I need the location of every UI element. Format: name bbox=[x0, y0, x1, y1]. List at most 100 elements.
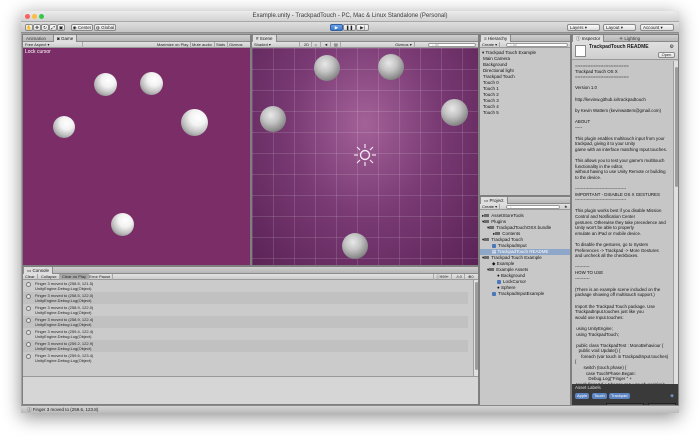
material-icon: ● bbox=[497, 285, 500, 290]
hierarchy-tab-bar: ≡ Hierarchy bbox=[480, 35, 570, 42]
title-bar: Example.unity - TrackpadTouch - PC, Mac … bbox=[21, 11, 679, 22]
directional-light-icon[interactable] bbox=[353, 143, 377, 167]
project-row[interactable]: ● Sphere bbox=[497, 285, 516, 290]
tab-animation-label: Animation bbox=[26, 36, 47, 41]
inspector-header: TrackpadTouch README ⚙ Open bbox=[572, 42, 678, 60]
tag-icon[interactable]: ◈ bbox=[670, 393, 674, 399]
hierarchy-item[interactable]: Trackpad Touch bbox=[483, 74, 515, 79]
readme-text: ===================== Trackpad Touch OS … bbox=[575, 63, 669, 384]
touch-sphere[interactable] bbox=[260, 106, 286, 132]
hierarchy-item[interactable]: Touch 0 bbox=[483, 80, 499, 85]
hierarchy-item[interactable]: Touch 4 bbox=[483, 104, 499, 109]
console-scroll-thumb[interactable] bbox=[475, 282, 478, 370]
tab-game[interactable]: ◙ Game bbox=[53, 35, 78, 42]
pivot-center-button[interactable]: ◉ Center bbox=[71, 24, 93, 31]
info-icon bbox=[26, 282, 31, 287]
tab-project[interactable]: ▭ Project bbox=[480, 197, 508, 204]
label-tag-trackpad[interactable]: Trackpad bbox=[609, 393, 630, 399]
folder-icon bbox=[489, 226, 495, 230]
scene-tab-bar: # Scene bbox=[252, 35, 478, 42]
hierarchy-item-label: Touch 2 bbox=[483, 92, 499, 97]
info-icon bbox=[26, 330, 31, 335]
touch-sphere[interactable] bbox=[378, 54, 404, 80]
script-icon bbox=[492, 291, 496, 296]
project-row-label: Example bbox=[496, 261, 515, 266]
hierarchy-item[interactable]: Touch 2 bbox=[483, 92, 499, 97]
hierarchy-icon: ≡ bbox=[484, 36, 487, 41]
open-label: Open bbox=[661, 52, 672, 57]
info-icon bbox=[26, 354, 31, 359]
log-entry[interactable]: Finger 3 moved to (259.6, 123.4) UnityEng… bbox=[23, 352, 468, 364]
main-toolbar: ✋ ✥ ↻ ⤢ ▣ ◉ Center ◍ Global ▶ ❚❚ ▶| Laye bbox=[21, 22, 679, 33]
touch-sphere[interactable] bbox=[441, 99, 468, 126]
info-icon: ⓘ bbox=[27, 407, 32, 412]
touch-sphere[interactable] bbox=[342, 233, 368, 259]
inspector-scrollbar[interactable] bbox=[673, 61, 678, 384]
pivot-global-button[interactable]: ◍ Global bbox=[94, 24, 116, 31]
hierarchy-item[interactable]: Touch 1 bbox=[483, 86, 499, 91]
pivot-icon: ◉ bbox=[72, 25, 77, 30]
play-button[interactable]: ▶ bbox=[330, 24, 343, 31]
tab-scene[interactable]: # Scene bbox=[252, 35, 277, 42]
console-clear-label: Clear bbox=[25, 274, 35, 279]
layers-dropdown[interactable]: Layers ▾ bbox=[567, 24, 600, 31]
lightbulb-icon: ☀ bbox=[619, 36, 624, 41]
hierarchy-item-label: Touch 0 bbox=[483, 80, 499, 85]
hierarchy-item[interactable]: Touch 5 bbox=[483, 110, 499, 115]
project-row[interactable]: TrackpadInputExample bbox=[492, 291, 544, 296]
game-panel: Animation ◙ Game Free Aspect ▾ Maximize … bbox=[22, 34, 251, 266]
game-view[interactable]: Lock cursor bbox=[23, 48, 250, 265]
project-row-label: TrackpadInput bbox=[498, 243, 527, 248]
console-scrollbar[interactable] bbox=[473, 280, 478, 376]
rect-icon: ▣ bbox=[58, 25, 64, 30]
hand-icon: ✋ bbox=[26, 25, 32, 30]
tab-inspector[interactable]: ⓘ Inspector bbox=[572, 35, 605, 42]
tab-animation[interactable]: Animation bbox=[23, 35, 49, 42]
log-entry[interactable]: Finger 3 moved to (258.9, 122.0) UnityEng… bbox=[23, 304, 468, 316]
project-row[interactable]: TrackpadInput bbox=[492, 243, 527, 248]
log-stack: UnityEngine.Debug:Log(Object) bbox=[35, 322, 92, 327]
step-button[interactable]: ▶| bbox=[356, 24, 369, 31]
label-tag-touch[interactable]: Touch bbox=[592, 393, 607, 399]
text-file-icon: ▤ bbox=[492, 249, 497, 254]
maximize-label: Maximize on Play bbox=[157, 42, 189, 47]
tab-console[interactable]: ▭ Console bbox=[23, 267, 54, 274]
move-tool-button[interactable]: ✥ bbox=[33, 24, 41, 31]
label-tag-apple[interactable]: Apple bbox=[575, 393, 590, 399]
tab-project-label: Project bbox=[489, 198, 504, 203]
project-row-label: TrackpadInputExample bbox=[498, 291, 545, 296]
hierarchy-item-label: Trackpad Touch Example bbox=[485, 50, 536, 55]
log-entry[interactable]: Finger 3 moved to (259.4, 122.4) UnityEng… bbox=[23, 328, 468, 340]
hierarchy-item[interactable]: Background bbox=[483, 62, 507, 67]
hand-tool-button[interactable]: ✋ bbox=[25, 24, 33, 31]
log-entry[interactable]: Finger 3 moved to (258.9, 122.4) UnityEng… bbox=[23, 316, 468, 328]
open-button[interactable]: Open bbox=[658, 52, 675, 58]
folder-icon bbox=[495, 232, 501, 236]
tab-hierarchy[interactable]: ≡ Hierarchy bbox=[480, 35, 512, 42]
rect-tool-button[interactable]: ▣ bbox=[57, 24, 65, 31]
project-row[interactable]: LockCursor bbox=[497, 279, 526, 284]
tab-lighting[interactable]: ☀ Lighting bbox=[616, 35, 643, 42]
inspector-scroll-thumb[interactable] bbox=[675, 67, 678, 187]
project-search-input[interactable]: ⌕ bbox=[506, 205, 560, 209]
settings-gear-icon[interactable]: ⚙ bbox=[670, 44, 674, 50]
touch-sphere[interactable] bbox=[314, 55, 340, 81]
hierarchy-item[interactable]: Touch 3 bbox=[483, 98, 499, 103]
log-entry[interactable]: Finger 3 moved to (259.2, 122.9) UnityEng… bbox=[23, 340, 468, 352]
layout-dropdown[interactable]: Layout ▾ bbox=[603, 24, 636, 31]
collapse-label: Collapse bbox=[41, 274, 57, 279]
account-dropdown[interactable]: Account ▾ bbox=[640, 24, 674, 31]
hierarchy-item[interactable]: Main Camera bbox=[483, 56, 510, 61]
rotate-tool-button[interactable]: ↻ bbox=[41, 24, 49, 31]
scene-view[interactable] bbox=[252, 48, 478, 265]
log-entry[interactable]: Finger 3 moved to (258.5, 121.5) UnityEng… bbox=[23, 280, 468, 292]
pause-button[interactable]: ❚❚ bbox=[343, 24, 356, 31]
log-entry[interactable]: Finger 3 moved to (258.5, 122.0) UnityEng… bbox=[23, 292, 468, 304]
hierarchy-search-input[interactable]: ⌕ All bbox=[506, 43, 568, 47]
scene-search-input[interactable]: ⌕ All bbox=[428, 43, 476, 47]
pivot-global-label: Global bbox=[101, 25, 115, 30]
hierarchy-item[interactable]: Directional light bbox=[483, 68, 514, 73]
scale-tool-button[interactable]: ⤢ bbox=[49, 24, 57, 31]
info-icon bbox=[26, 294, 31, 299]
project-row[interactable]: ● Background bbox=[497, 273, 525, 278]
